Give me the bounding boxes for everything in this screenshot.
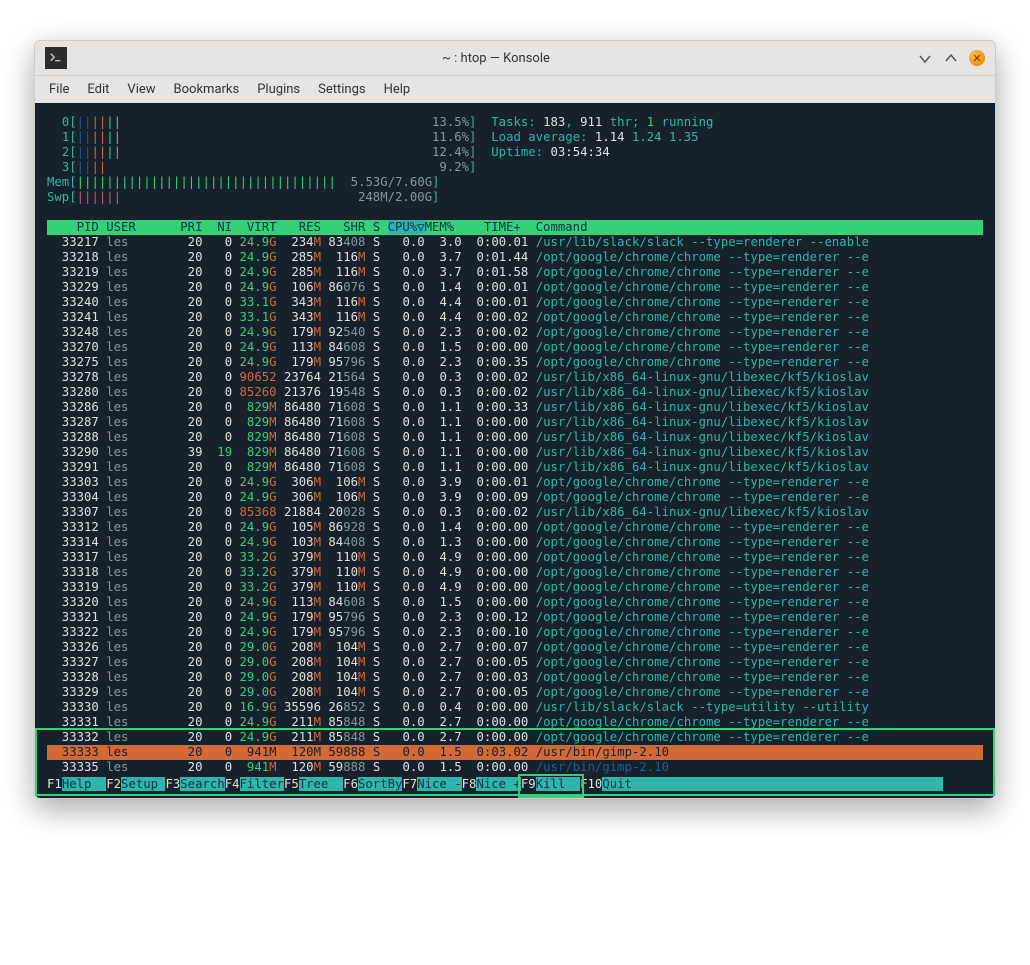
process-row[interactable]: 33270 les 20 0 24.9G 113M 84608 S 0.0 1.… xyxy=(47,340,983,355)
process-row[interactable]: 33326 les 20 0 29.0G 208M 104M S 0.0 2.7… xyxy=(47,640,983,655)
minimize-button[interactable] xyxy=(917,50,933,66)
process-row[interactable]: 33241 les 20 0 33.1G 343M 116M S 0.0 4.4… xyxy=(47,310,983,325)
htop-terminal[interactable]: 0[|||||| 13.5%] Tasks: 183, 911 thr; 1 r… xyxy=(35,103,995,798)
menu-view[interactable]: View xyxy=(127,82,155,97)
process-row[interactable]: 33318 les 20 0 33.2G 379M 110M S 0.0 4.9… xyxy=(47,565,983,580)
process-row[interactable]: 33240 les 20 0 33.1G 343M 116M S 0.0 4.4… xyxy=(47,295,983,310)
process-row[interactable]: 33303 les 20 0 24.9G 306M 106M S 0.0 3.9… xyxy=(47,475,983,490)
fkey-tree[interactable]: Tree xyxy=(299,777,343,791)
terminal-icon xyxy=(45,47,67,69)
process-row[interactable]: 33291 les 20 0 829M 86480 71608 S 0.0 1.… xyxy=(47,460,983,475)
menu-file[interactable]: File xyxy=(49,82,69,97)
fkey-quit[interactable]: Quit xyxy=(602,777,646,791)
process-row[interactable]: 33329 les 20 0 29.0G 208M 104M S 0.0 2.7… xyxy=(47,685,983,700)
fkey-search[interactable]: Search xyxy=(180,777,224,791)
process-row[interactable]: 33275 les 20 0 24.9G 179M 95796 S 0.0 2.… xyxy=(47,355,983,370)
process-row[interactable]: 33314 les 20 0 24.9G 103M 84408 S 0.0 1.… xyxy=(47,535,983,550)
fkey-nice -[interactable]: Nice - xyxy=(417,777,461,791)
process-row[interactable]: 33320 les 20 0 24.9G 113M 84608 S 0.0 1.… xyxy=(47,595,983,610)
process-row[interactable]: 33219 les 20 0 24.9G 285M 116M S 0.0 3.7… xyxy=(47,265,983,280)
fkey-kill[interactable]: Kill xyxy=(536,777,580,791)
fkey-nice +[interactable]: Nice + xyxy=(476,777,520,791)
process-header: PID USER PRI NI VIRT RES SHR S CPU%▽MEM%… xyxy=(47,220,983,235)
process-row[interactable]: 33322 les 20 0 24.9G 179M 95796 S 0.0 2.… xyxy=(47,625,983,640)
close-button[interactable]: ✕ xyxy=(969,50,985,66)
menubar: File Edit View Bookmarks Plugins Setting… xyxy=(35,76,995,103)
process-row-selected[interactable]: 33333 les 20 0 941M 120M 59888 S 0.0 1.5… xyxy=(47,745,983,760)
process-row[interactable]: 33328 les 20 0 29.0G 208M 104M S 0.0 2.7… xyxy=(47,670,983,685)
process-row[interactable]: 33290 les 39 19 829M 86480 71608 S 0.0 1… xyxy=(47,445,983,460)
menu-help[interactable]: Help xyxy=(384,82,411,97)
process-row[interactable]: 33280 les 20 0 85260 21376 19548 S 0.0 0… xyxy=(47,385,983,400)
process-row[interactable]: 33287 les 20 0 829M 86480 71608 S 0.0 1.… xyxy=(47,415,983,430)
fkey-setup[interactable]: Setup xyxy=(121,777,165,791)
process-row[interactable]: 33286 les 20 0 829M 86480 71608 S 0.0 1.… xyxy=(47,400,983,415)
process-row[interactable]: 33248 les 20 0 24.9G 179M 92540 S 0.0 2.… xyxy=(47,325,983,340)
process-row[interactable]: 33335 les 20 0 941M 120M 59888 S 0.0 1.5… xyxy=(47,760,983,775)
fkey-sortby[interactable]: SortBy xyxy=(358,777,402,791)
fkey-filter[interactable]: Filter xyxy=(240,777,284,791)
process-row[interactable]: 33229 les 20 0 24.9G 106M 86076 S 0.0 1.… xyxy=(47,280,983,295)
process-row[interactable]: 33321 les 20 0 24.9G 179M 95796 S 0.0 2.… xyxy=(47,610,983,625)
process-row[interactable]: 33327 les 20 0 29.0G 208M 104M S 0.0 2.7… xyxy=(47,655,983,670)
titlebar: ~ : htop — Konsole ✕ xyxy=(35,41,995,76)
process-row[interactable]: 33319 les 20 0 33.2G 379M 110M S 0.0 4.9… xyxy=(47,580,983,595)
process-row[interactable]: 33307 les 20 0 85368 21884 20028 S 0.0 0… xyxy=(47,505,983,520)
process-row[interactable]: 33304 les 20 0 24.9G 306M 106M S 0.0 3.9… xyxy=(47,490,983,505)
function-keys: F1Help F2Setup F3SearchF4FilterF5Tree F6… xyxy=(47,777,983,792)
menu-bookmarks[interactable]: Bookmarks xyxy=(174,82,240,97)
process-row[interactable]: 33330 les 20 0 16.9G 35596 26852 S 0.0 0… xyxy=(47,700,983,715)
konsole-window: ~ : htop — Konsole ✕ File Edit View Book… xyxy=(34,40,996,799)
process-row[interactable]: 33278 les 20 0 90652 23764 21564 S 0.0 0… xyxy=(47,370,983,385)
menu-edit[interactable]: Edit xyxy=(87,82,109,97)
process-row[interactable]: 33331 les 20 0 24.9G 211M 85848 S 0.0 2.… xyxy=(47,715,983,730)
process-row[interactable]: 33288 les 20 0 829M 86480 71608 S 0.0 1.… xyxy=(47,430,983,445)
window-title: ~ : htop — Konsole xyxy=(75,51,917,66)
menu-settings[interactable]: Settings xyxy=(318,82,365,97)
maximize-button[interactable] xyxy=(943,50,959,66)
process-row[interactable]: 33312 les 20 0 24.9G 105M 86928 S 0.0 1.… xyxy=(47,520,983,535)
process-row[interactable]: 33218 les 20 0 24.9G 285M 116M S 0.0 3.7… xyxy=(47,250,983,265)
menu-plugins[interactable]: Plugins xyxy=(257,82,300,97)
process-row[interactable]: 33217 les 20 0 24.9G 234M 83408 S 0.0 3.… xyxy=(47,235,983,250)
process-row[interactable]: 33332 les 20 0 24.9G 211M 85848 S 0.0 2.… xyxy=(47,730,983,745)
process-row[interactable]: 33317 les 20 0 33.2G 379M 110M S 0.0 4.9… xyxy=(47,550,983,565)
fkey-help[interactable]: Help xyxy=(62,777,106,791)
